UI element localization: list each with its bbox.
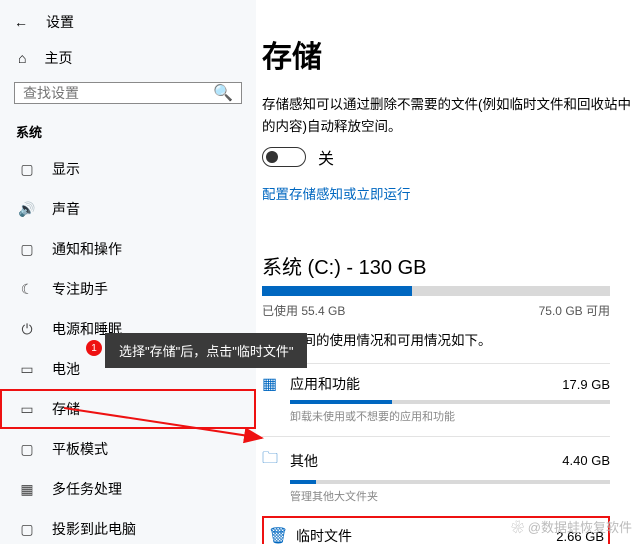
sidebar-item-multitask[interactable]: ▦多任务处理 bbox=[0, 469, 256, 509]
home-label: 主页 bbox=[44, 48, 72, 68]
power-icon: ⏻ bbox=[18, 321, 36, 338]
battery-icon: ▭ bbox=[18, 361, 36, 378]
search-input[interactable] bbox=[23, 85, 213, 101]
home-row[interactable]: ⌂ 主页 bbox=[0, 42, 256, 78]
sidebar-item-notifications[interactable]: ▢通知和操作 bbox=[0, 229, 256, 269]
config-link[interactable]: 配置存储感知或立即运行 bbox=[262, 183, 640, 203]
instruction-tooltip: 选择"存储"后，点击"临时文件" bbox=[105, 333, 307, 368]
sidebar-item-sound[interactable]: 🔊声音 bbox=[0, 189, 256, 229]
drive-bar bbox=[262, 286, 610, 296]
storage-icon: ▭ bbox=[18, 401, 36, 418]
drive-title: 系统 (C:) - 130 GB bbox=[262, 251, 640, 280]
page-desc: 存储感知可以通过删除不需要的文件(例如临时文件和回收站中的内容)自动释放空间。 bbox=[262, 94, 640, 137]
back-row[interactable]: ← 设置 bbox=[0, 12, 256, 42]
storage-sense-toggle[interactable] bbox=[262, 147, 306, 167]
sidebar-item-focus[interactable]: ☾专注助手 bbox=[0, 269, 256, 309]
tablet-icon: ▢ bbox=[18, 441, 36, 458]
usage-hint: 存储空间的使用情况和可用情况如下。 bbox=[262, 329, 640, 349]
back-icon: ← bbox=[14, 14, 28, 30]
section-system: 系统 bbox=[0, 118, 256, 149]
category-apps[interactable]: ▦应用和功能17.9 GB 卸载未使用或不想要的应用和功能 bbox=[262, 363, 610, 436]
trash-icon: 🗑 bbox=[268, 526, 296, 544]
step-badge-1: 1 bbox=[86, 340, 102, 356]
sidebar-item-tablet[interactable]: ▢平板模式 bbox=[0, 429, 256, 469]
home-icon: ⌂ bbox=[18, 50, 26, 66]
apps-icon: ▦ bbox=[262, 374, 290, 394]
search-icon: 🔍 bbox=[213, 83, 233, 103]
used-label: 已使用 55.4 GB bbox=[262, 302, 345, 319]
toggle-label: 关 bbox=[318, 145, 334, 169]
multitask-icon: ▦ bbox=[18, 481, 36, 498]
notification-icon: ▢ bbox=[18, 241, 36, 258]
sound-icon: 🔊 bbox=[18, 201, 36, 218]
folder-icon: 🗀 bbox=[262, 447, 290, 474]
display-icon: ▢ bbox=[18, 161, 36, 178]
project-icon: ▢ bbox=[18, 521, 36, 538]
sidebar-item-display[interactable]: ▢显示 bbox=[0, 149, 256, 189]
sidebar-item-project[interactable]: ▢投影到此电脑 bbox=[0, 509, 256, 549]
category-other[interactable]: 🗀其他4.40 GB 管理其他大文件夹 bbox=[262, 436, 610, 516]
page-title: 存储 bbox=[262, 32, 640, 76]
free-label: 75.0 GB 可用 bbox=[539, 302, 610, 319]
search-input-container[interactable]: 🔍 bbox=[14, 82, 242, 104]
sidebar-item-storage[interactable]: ▭存储 bbox=[0, 389, 256, 429]
settings-label: 设置 bbox=[46, 12, 74, 32]
category-temp[interactable]: 🗑临时文件2.66 GB 选择要删除的临时文件 bbox=[262, 516, 610, 544]
focus-icon: ☾ bbox=[18, 281, 36, 298]
